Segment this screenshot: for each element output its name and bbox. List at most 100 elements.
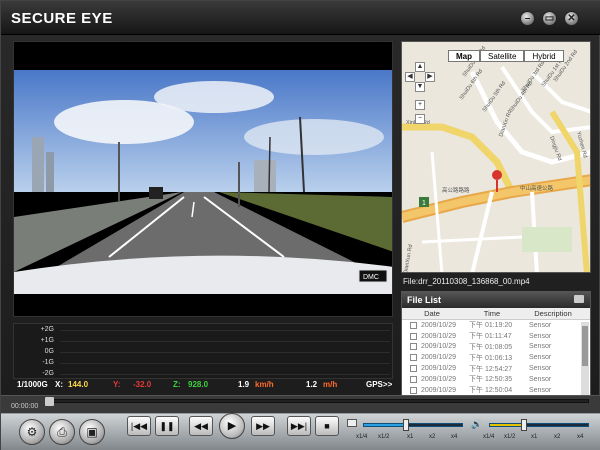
volume-tick: x1/4 xyxy=(483,434,495,440)
snapshot-icon[interactable]: ▣ xyxy=(79,419,105,445)
timeline-thumb[interactable] xyxy=(45,397,54,406)
gps-toggle[interactable]: GPS>> xyxy=(366,380,392,389)
tab-map[interactable]: Map xyxy=(448,50,480,62)
fast-forward-button[interactable]: ▶▶ xyxy=(251,416,275,436)
file-list-row[interactable]: 2009/10/29 下午 01:06:13 Sensor xyxy=(402,352,590,363)
tab-satellite[interactable]: Satellite xyxy=(480,50,525,62)
pan-left-icon[interactable]: ◀ xyxy=(405,72,415,82)
next-file-button[interactable]: ▶▶| xyxy=(287,416,311,436)
speed-tick: x1 xyxy=(407,434,414,440)
row-date: 2009/10/29 xyxy=(421,365,457,373)
file-list-row[interactable]: 2009/10/29 下午 12:54:27 Sensor xyxy=(402,363,590,374)
row-checkbox[interactable] xyxy=(410,386,417,394)
g-scale: 1/1000G xyxy=(17,380,48,389)
volume-tick: x4 xyxy=(577,434,584,440)
minimize-button[interactable]: – xyxy=(520,11,535,26)
file-list-panel: File List Date Time Description 2009/10/… xyxy=(401,291,591,409)
file-list-row[interactable]: 2009/10/29 下午 01:19:20 Sensor xyxy=(402,320,590,331)
volume-icon[interactable]: 🔊 xyxy=(471,419,482,430)
row-checkbox[interactable] xyxy=(410,343,417,351)
graph-label: +1G xyxy=(40,337,54,344)
row-date: 2009/10/29 xyxy=(421,386,457,394)
zoom-out-button[interactable]: − xyxy=(415,114,425,124)
video-player[interactable]: DMC xyxy=(13,41,393,317)
row-checkbox[interactable] xyxy=(410,354,417,362)
y-label: Y: xyxy=(113,380,121,389)
pan-down-icon[interactable]: ▼ xyxy=(415,82,425,92)
row-time: 下午 12:50:04 xyxy=(469,387,513,395)
maximize-button[interactable]: ▭ xyxy=(542,11,557,26)
playback-speed-thumb[interactable] xyxy=(403,419,409,431)
row-description: Sensor xyxy=(529,354,552,362)
speed-tick: x1/4 xyxy=(356,434,368,440)
row-date: 2009/10/29 xyxy=(421,375,457,383)
row-time: 下午 01:06:13 xyxy=(469,354,513,362)
close-button[interactable]: ✕ xyxy=(564,11,579,26)
file-list-row[interactable]: 2009/10/29 下午 01:11:47 Sensor xyxy=(402,331,590,342)
graph-label: 0G xyxy=(44,348,54,355)
row-checkbox[interactable] xyxy=(410,321,417,329)
sensor-readout: 1/1000G X: 144.0 Y: -32.0 Z: 928.0 1.9 k… xyxy=(13,379,393,391)
video-watermark: DMC xyxy=(363,274,379,281)
row-date: 2009/10/29 xyxy=(421,321,457,329)
column-description[interactable]: Description xyxy=(522,308,584,319)
row-time: 下午 01:11:47 xyxy=(469,333,512,341)
map-label: DianXin Rd xyxy=(498,109,513,137)
row-checkbox[interactable] xyxy=(410,375,417,383)
rewind-button[interactable]: ◀◀ xyxy=(189,416,213,436)
stop-button[interactable]: ■ xyxy=(315,416,339,436)
x-label: X: xyxy=(55,380,63,389)
settings-gear-icon[interactable]: ⚙ xyxy=(19,419,45,445)
speed-tick: x1/2 xyxy=(378,434,390,440)
file-list-row[interactable]: 2009/10/29 下午 12:50:35 Sensor xyxy=(402,374,590,385)
dashcam-frame: DMC xyxy=(14,42,392,316)
zoom-in-button[interactable]: + xyxy=(415,100,425,110)
column-time[interactable]: Time xyxy=(462,308,522,319)
map-label: 高公路路路 xyxy=(442,186,470,194)
row-checkbox[interactable] xyxy=(410,332,417,340)
map-type-tabs: Map Satellite Hybrid xyxy=(448,50,564,62)
row-time: 下午 12:54:27 xyxy=(469,365,513,373)
print-icon[interactable]: ⎙ xyxy=(49,419,75,445)
row-checkbox[interactable] xyxy=(410,365,417,373)
file-list-header: File List xyxy=(402,292,590,308)
z-label: Z: xyxy=(173,380,181,389)
file-list-row[interactable]: 2009/10/29 下午 12:50:04 Sensor xyxy=(402,385,590,396)
graph-label: +2G xyxy=(40,326,54,333)
map-label: Dingjiu Rd xyxy=(548,136,562,162)
pan-right-icon[interactable]: ▶ xyxy=(425,72,435,82)
file-list-row[interactable]: 2009/10/29 下午 01:08:05 Sensor xyxy=(402,342,590,353)
map-panel[interactable]: 1 ShuiDu 7th Rd ShuiDu 6th Rd ShuiDu 5th… xyxy=(401,41,591,273)
timeline-track[interactable] xyxy=(49,399,589,403)
x-value: 144.0 xyxy=(68,380,89,389)
volume-tick: x1/2 xyxy=(504,434,516,440)
map-label: ShuiDu 5th Rd xyxy=(482,80,507,113)
folder-icon[interactable] xyxy=(574,295,584,303)
map-label: DianXun Rd xyxy=(403,244,414,273)
row-description: Sensor xyxy=(529,321,552,329)
playback-speed-slider[interactable] xyxy=(363,423,463,427)
speed-tick: x4 xyxy=(451,434,458,440)
file-list-title: File List xyxy=(407,295,442,305)
g-sensor-graph: +2G +1G 0G -1G -2G xyxy=(13,323,393,379)
row-date: 2009/10/29 xyxy=(421,332,457,340)
volume-slider[interactable] xyxy=(489,423,589,427)
volume-thumb[interactable] xyxy=(521,419,527,431)
row-time: 下午 01:08:05 xyxy=(469,343,513,351)
row-description: Sensor xyxy=(529,375,552,383)
pan-up-icon[interactable]: ▲ xyxy=(415,62,425,72)
play-button[interactable]: ▶ xyxy=(219,413,245,439)
previous-file-button[interactable]: |◀◀ xyxy=(127,416,151,436)
graph-label: -1G xyxy=(42,359,54,366)
column-date[interactable]: Date xyxy=(402,308,462,319)
speed-kmh-unit: km/h xyxy=(255,380,274,389)
tab-hybrid[interactable]: Hybrid xyxy=(524,50,564,62)
timeline-bar xyxy=(1,395,600,413)
row-description: Sensor xyxy=(529,386,552,394)
map-label: Yuzhen Rd xyxy=(575,131,588,159)
title-bar: SECURE EYE – ▭ ✕ xyxy=(1,1,600,35)
graph-label: -2G xyxy=(42,370,54,377)
pause-button[interactable]: ❚❚ xyxy=(155,416,179,436)
row-description: Sensor xyxy=(529,343,552,351)
row-time: 下午 01:19:20 xyxy=(469,322,513,330)
